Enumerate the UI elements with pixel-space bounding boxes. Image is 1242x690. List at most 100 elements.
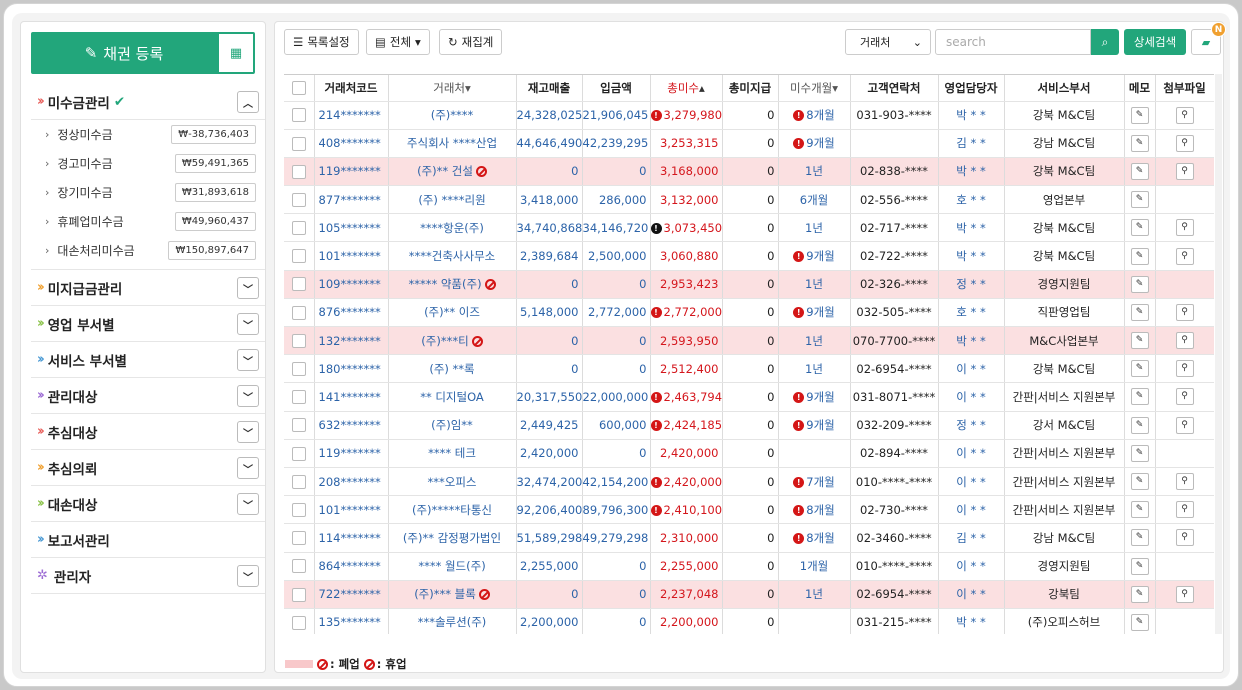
table-row[interactable]: 114******* (주)** 감정평가법인 51,589,298 49,279,2… <box>284 523 1214 553</box>
sidebar-menu-5[interactable]: ›› 추심대상 ﹀ <box>31 414 265 450</box>
sidebar-menu-1[interactable]: ›› 미지급금관리 ﹀ <box>31 270 265 306</box>
client-name[interactable]: ****건축사사무소 <box>409 249 495 263</box>
expand-toggle[interactable]: ﹀ <box>237 385 259 407</box>
filter-select[interactable]: 거래처 ⌄ <box>845 29 931 55</box>
cell-memo[interactable]: ✎ <box>1124 298 1156 328</box>
expand-toggle[interactable]: ﹀ <box>237 313 259 335</box>
cell-attach[interactable]: ⚲ <box>1155 326 1214 356</box>
cell-code[interactable]: 135******* <box>314 608 389 634</box>
client-name[interactable]: ****항운(주) <box>420 221 484 235</box>
cell-code[interactable]: 214******* <box>314 101 389 130</box>
paperclip-icon[interactable]: ⚲ <box>1175 585 1194 603</box>
cell-client[interactable]: (주) **록 <box>388 354 517 384</box>
row-checkbox[interactable] <box>291 249 306 264</box>
memo-edit-icon[interactable]: ✎ <box>1130 388 1149 406</box>
cell-attach[interactable]: ⚲ <box>1155 523 1214 553</box>
cell-code[interactable]: 101******* <box>314 241 389 271</box>
cell-memo[interactable]: ✎ <box>1124 608 1156 634</box>
cell-code[interactable]: 109******* <box>314 270 389 299</box>
table-row[interactable]: 180******* (주) **록 0 0 2,512,400 0 1년 02-6954-*… <box>284 354 1214 384</box>
cell-attach[interactable]: ⚲ <box>1155 298 1214 328</box>
client-name[interactable]: (주)임** <box>431 418 473 432</box>
row-checkbox[interactable] <box>291 615 306 630</box>
memo-edit-icon[interactable]: ✎ <box>1130 191 1149 209</box>
table-row[interactable]: 132******* (주)***티 0 0 2,593,950 0 1년 070-7700-… <box>284 326 1214 356</box>
cell-memo[interactable]: ✎ <box>1124 213 1156 243</box>
memo-edit-icon[interactable]: ✎ <box>1130 613 1149 631</box>
memo-edit-icon[interactable]: ✎ <box>1130 247 1149 265</box>
table-scrollbar[interactable] <box>1215 74 1222 634</box>
table-row[interactable]: 214******* (주)**** 24,328,025 21,906,045! 3,… <box>284 101 1214 130</box>
sidebar-menu-9[interactable]: ✲ 관리자 ﹀ <box>31 558 265 594</box>
table-row[interactable]: 632******* (주)임** 2,449,425 600,000! 2,424,1… <box>284 411 1214 440</box>
cell-client[interactable]: (주)*** 블록 <box>388 580 517 609</box>
cell-client[interactable]: ** 디지털OA <box>388 382 517 412</box>
expand-toggle[interactable]: ﹀ <box>237 457 259 479</box>
col-header-phone[interactable]: 고객연락처 <box>850 75 939 102</box>
expand-toggle[interactable]: ﹀ <box>237 277 259 299</box>
client-name[interactable]: (주) ****리원 <box>418 193 485 207</box>
col-header-dept[interactable]: 서비스부서 <box>1004 75 1125 102</box>
client-name[interactable]: (주)** 감정평가법인 <box>403 531 501 545</box>
client-name[interactable]: (주)** 건설 <box>417 164 473 178</box>
col-header-months[interactable]: 미수개월▾ <box>778 75 851 102</box>
sidebar-menu-8[interactable]: ›› 보고서관리 <box>31 522 265 558</box>
cell-client[interactable]: ***솔루션(주) <box>388 608 517 634</box>
sidebar-menu-6[interactable]: ›› 추심의뢰 ﹀ <box>31 450 265 486</box>
cell-memo[interactable]: ✎ <box>1124 495 1156 525</box>
row-checkbox[interactable] <box>291 587 306 602</box>
col-header-paid[interactable]: 입금액 <box>582 75 651 102</box>
expand-toggle[interactable]: ﹀ <box>237 565 259 587</box>
list-settings-button[interactable]: ☰ 목록설정 <box>284 29 359 55</box>
search-input[interactable]: search <box>935 29 1091 55</box>
cell-memo[interactable]: ✎ <box>1124 241 1156 271</box>
cell-attach[interactable] <box>1155 185 1214 215</box>
paperclip-icon[interactable]: ⚲ <box>1175 162 1194 180</box>
paperclip-icon[interactable]: ⚲ <box>1175 360 1194 378</box>
cell-client[interactable]: (주) ****리원 <box>388 185 517 215</box>
select-all-checkbox[interactable] <box>291 81 306 95</box>
row-checkbox-cell[interactable] <box>284 270 315 299</box>
cell-memo[interactable]: ✎ <box>1124 326 1156 356</box>
sidebar-subitem[interactable]: › 경고미수금 ₩59,491,365 <box>31 149 265 178</box>
memo-edit-icon[interactable]: ✎ <box>1130 444 1149 462</box>
row-checkbox-cell[interactable] <box>284 354 315 384</box>
cell-client[interactable]: ***** 약품(주) <box>388 270 517 299</box>
table-row[interactable]: 408******* 주식회사 ****산업 44,646,490 42,239,29… <box>284 129 1214 158</box>
cell-code[interactable]: 632******* <box>314 411 389 440</box>
col-header-sales[interactable]: 재고매출 <box>516 75 583 102</box>
table-row[interactable]: 109******* ***** 약품(주) 0 0 2,953,423 0 1년 02-32… <box>284 270 1214 299</box>
table-row[interactable]: 877******* (주) ****리원 3,418,000 286,000 3,13… <box>284 185 1214 215</box>
col-header-client[interactable]: 거래처▾ <box>388 75 517 102</box>
cell-memo[interactable]: ✎ <box>1124 354 1156 384</box>
row-checkbox[interactable] <box>291 305 306 320</box>
memo-edit-icon[interactable]: ✎ <box>1130 416 1149 434</box>
register-bond-button[interactable]: ✎ 채권 등록 <box>31 32 217 74</box>
row-checkbox[interactable] <box>291 221 306 236</box>
cell-code[interactable]: 105******* <box>314 213 389 243</box>
cell-memo[interactable]: ✎ <box>1124 185 1156 215</box>
cell-code[interactable]: 101******* <box>314 495 389 525</box>
client-name[interactable]: (주)**** <box>431 108 474 122</box>
table-row[interactable]: 876******* (주)** 이즈 5,148,000 2,772,000! 2,7… <box>284 298 1214 328</box>
search-button[interactable]: ⌕ <box>1091 29 1119 55</box>
cell-code[interactable]: 864******* <box>314 552 389 581</box>
cell-code[interactable]: 722******* <box>314 580 389 609</box>
client-name[interactable]: (주) **록 <box>429 362 474 376</box>
cell-client[interactable]: (주)임** <box>388 411 517 440</box>
cell-code[interactable]: 119******* <box>314 157 389 187</box>
sidebar-subitem[interactable]: › 정상미수금 ₩-38,736,403 <box>31 120 265 149</box>
row-checkbox-cell[interactable] <box>284 241 315 271</box>
sidebar-menu-4[interactable]: ›› 관리대상 ﹀ <box>31 378 265 414</box>
cell-memo[interactable]: ✎ <box>1124 101 1156 130</box>
table-row[interactable]: 101******* (주)*****타통신 92,206,400 89,796,30… <box>284 495 1214 525</box>
cell-attach[interactable]: ⚲ <box>1155 354 1214 384</box>
row-checkbox-cell[interactable] <box>284 157 315 187</box>
all-dropdown-button[interactable]: ▤ 전체 ▾ <box>366 29 430 55</box>
row-checkbox-cell[interactable] <box>284 213 315 243</box>
cell-attach[interactable]: ⚲ <box>1155 213 1214 243</box>
cell-code[interactable]: 132******* <box>314 326 389 356</box>
cell-memo[interactable]: ✎ <box>1124 157 1156 187</box>
col-header-unpaid[interactable]: 총미지급 <box>722 75 779 102</box>
cell-attach[interactable] <box>1155 552 1214 581</box>
